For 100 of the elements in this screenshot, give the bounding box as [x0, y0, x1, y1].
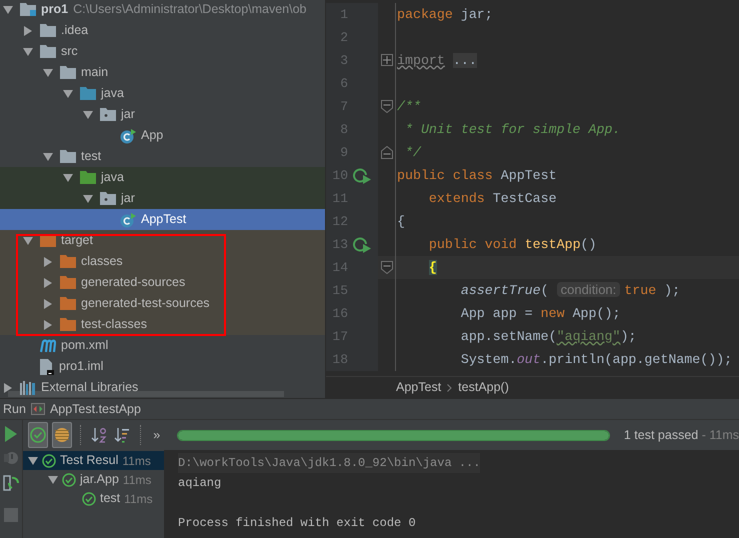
class-icon — [120, 212, 136, 228]
tree-item[interactable]: generated-sources — [0, 272, 325, 293]
show-ignored-toggle[interactable] — [52, 422, 72, 448]
passed-icon — [42, 454, 56, 468]
fold-expand-icon[interactable] — [381, 54, 393, 67]
tree-item[interactable]: pro1 C:\Users\Administrator\Desktop\maven\ob — [0, 0, 325, 20]
tree-item[interactable]: jar — [0, 104, 325, 125]
code-line: public class AppTest — [397, 166, 557, 185]
maven-icon — [40, 338, 56, 352]
tree-item[interactable]: test-classes — [0, 314, 325, 335]
breadcrumb[interactable]: testApp() — [458, 378, 509, 397]
tree-item-label: java — [101, 169, 124, 186]
test-duration: 11ms — [122, 472, 152, 488]
tree-item-label: .idea — [61, 22, 88, 40]
code-line: import ... — [397, 52, 477, 70]
tree-item-label: test-classes — [81, 316, 147, 334]
test-name: jar.App — [80, 471, 119, 488]
expanded-arrow-icon[interactable] — [63, 172, 73, 182]
sort-duration-icon — [112, 426, 131, 444]
more-button[interactable]: » — [148, 426, 165, 444]
folder-icon — [60, 318, 76, 331]
run-config-tab[interactable]: AppTest.testApp — [50, 400, 141, 418]
breadcrumb[interactable]: AppTest — [396, 378, 442, 397]
code-line: /** — [397, 98, 421, 116]
fold-collapse-icon[interactable] — [381, 100, 393, 113]
folder-icon — [60, 276, 76, 289]
expanded-arrow-icon[interactable] — [43, 68, 53, 78]
folder-icon — [40, 24, 56, 37]
run-gutter-icon[interactable] — [352, 166, 372, 184]
expanded-arrow-icon[interactable] — [23, 236, 33, 246]
expanded-arrow-icon[interactable] — [43, 152, 53, 162]
expanded-arrow-icon[interactable] — [3, 4, 13, 14]
class-icon — [120, 128, 136, 144]
tree-item[interactable]: main — [0, 62, 325, 83]
sort-alphabetical-icon — [90, 426, 108, 444]
run-gutter-icon[interactable] — [352, 236, 372, 254]
expanded-arrow-icon[interactable] — [28, 456, 38, 466]
rerun-icon[interactable] — [3, 474, 19, 492]
file-icon — [40, 358, 54, 374]
expanded-arrow-icon[interactable] — [83, 194, 93, 204]
collapsed-arrow-icon[interactable] — [43, 298, 53, 308]
tree-item[interactable]: classes — [0, 251, 325, 272]
expanded-arrow-icon[interactable] — [48, 474, 58, 484]
tree-item-label: jar — [121, 190, 135, 208]
package-icon — [100, 108, 116, 121]
test-result-item[interactable]: Test Resul 11ms — [23, 451, 164, 470]
collapsed-arrow-icon[interactable] — [23, 26, 33, 36]
tree-item-label: java — [101, 85, 124, 102]
expanded-arrow-icon[interactable] — [23, 46, 33, 56]
test-duration: 11ms — [122, 452, 151, 470]
tree-item-label: pro1 — [41, 1, 68, 18]
run-icon[interactable] — [4, 426, 18, 442]
fold-collapse-icon[interactable] — [381, 146, 393, 159]
tree-item-label: App — [141, 127, 164, 144]
tree-item[interactable]: target — [0, 230, 325, 251]
code-line: app.setName("aqiang"); — [460, 328, 636, 346]
collapsed-arrow-icon[interactable] — [43, 320, 53, 330]
tree-item[interactable]: src — [0, 41, 325, 62]
folder-icon — [60, 66, 76, 79]
folder-icon — [40, 45, 56, 58]
code-editor[interactable] — [326, 0, 739, 398]
test-result-item[interactable]: jar.App 11ms — [23, 470, 164, 489]
tree-item[interactable]: test — [0, 146, 325, 167]
code-line: package jar; — [397, 6, 493, 24]
code-line: { — [397, 212, 405, 231]
tree-item[interactable]: jar — [0, 188, 325, 209]
tree-item[interactable]: External Libraries — [0, 377, 325, 398]
tree-item[interactable]: .idea — [0, 20, 325, 41]
collapsed-arrow-icon[interactable] — [3, 382, 13, 392]
tree-item[interactable]: java — [0, 167, 325, 188]
project-path: C:\Users\Administrator\Desktop\maven\ob — [73, 1, 307, 18]
test-result-item[interactable]: test 11ms — [23, 489, 164, 508]
expanded-arrow-icon[interactable] — [83, 110, 93, 120]
show-passed-toggle[interactable] — [28, 422, 48, 448]
code-line: System.out.println(app.getName()); — [460, 350, 732, 369]
expanded-arrow-icon[interactable] — [63, 88, 73, 98]
fold-collapse-icon[interactable] — [381, 261, 393, 274]
tree-item-label: pro1.iml — [59, 358, 104, 376]
tree-item[interactable]: pro1.iml — [0, 356, 325, 377]
passed-icon — [62, 472, 76, 486]
code-line: public void testApp() — [428, 236, 597, 254]
code-line: * Unit test for simple App. — [404, 120, 620, 139]
tree-item-label: test — [81, 148, 102, 166]
tree-item[interactable]: pom.xml — [0, 335, 325, 356]
tree-item-label: External Libraries — [41, 379, 138, 396]
console-line: Process finished with exit code 0 — [178, 515, 417, 532]
tree-item[interactable]: java — [0, 83, 325, 104]
folder-icon — [80, 171, 96, 184]
tree-item-label: classes — [81, 253, 123, 270]
tree-item-label: pom.xml — [61, 337, 108, 354]
tree-item-label: generated-sources — [81, 274, 186, 292]
test-name: Test Resul — [60, 452, 118, 470]
collapsed-arrow-icon[interactable] — [43, 256, 53, 266]
check-circle-icon — [29, 426, 47, 444]
tree-item[interactable]: generated-test-sources — [0, 293, 325, 314]
tree-item[interactable]: AppTest — [0, 209, 325, 230]
tree-item-label: main — [81, 64, 108, 82]
tree-item[interactable]: App — [0, 125, 325, 146]
run-title: Run — [3, 400, 26, 418]
collapsed-arrow-icon[interactable] — [43, 278, 53, 288]
